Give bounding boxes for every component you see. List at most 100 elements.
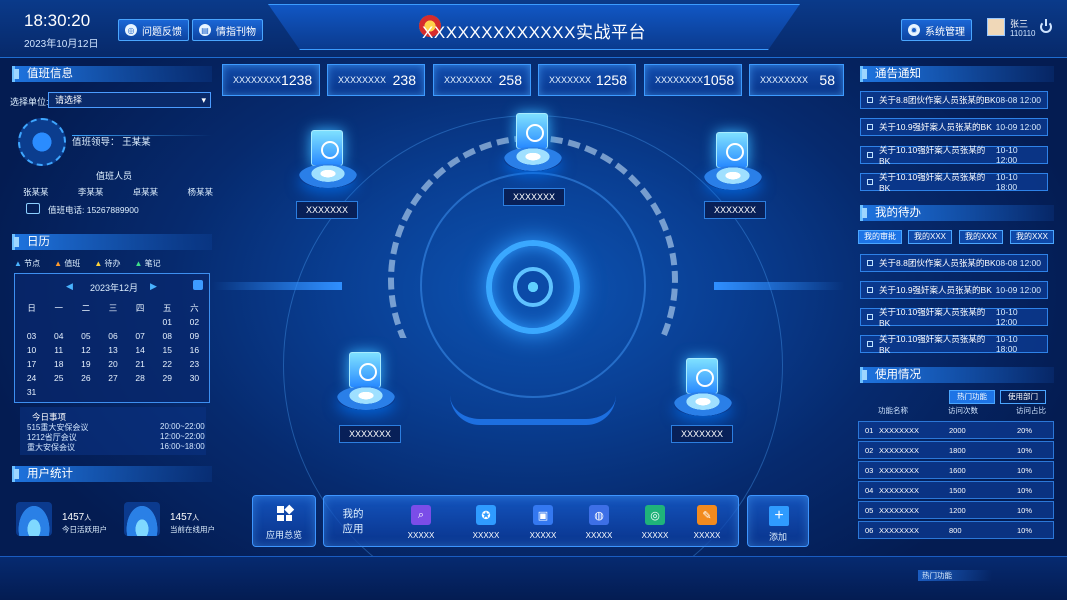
intel-publication-button[interactable]: ▤ 情指刊物 bbox=[192, 19, 263, 41]
system-settings-button[interactable]: ✹ 系统管理 bbox=[901, 19, 972, 41]
tab-my-xxx-2[interactable]: 我的XXX bbox=[959, 230, 1003, 244]
feedback-button[interactable]: ◎ 问题反馈 bbox=[118, 19, 189, 41]
calendar-day bbox=[72, 387, 99, 397]
app-item[interactable]: ✎ XXXXX bbox=[680, 505, 734, 540]
calendar-day bbox=[72, 317, 99, 327]
usage-row[interactable]: 06 XXXXXXXX 800 10% bbox=[858, 521, 1054, 539]
today-events: 今日事项 515重大安保会议 20:00~22:00 1212省厅会议 12:0… bbox=[20, 407, 206, 455]
calendar-day[interactable]: 18 bbox=[45, 359, 72, 369]
calendar-day[interactable]: 28 bbox=[127, 373, 154, 383]
legend-note-label: 笔记 bbox=[144, 259, 161, 268]
calendar-day[interactable]: 24 bbox=[18, 373, 45, 383]
todo-item[interactable]: 关于10.10强奸案人员张某的BK 10-10 18:00 bbox=[860, 334, 1048, 355]
calendar-day[interactable]: 15 bbox=[154, 345, 181, 355]
calendar-day[interactable]: 11 bbox=[45, 345, 72, 355]
calendar-day[interactable]: 10 bbox=[18, 345, 45, 355]
prev-month-icon[interactable]: ◀ bbox=[66, 281, 73, 292]
app-overview-button[interactable]: 应用总览 bbox=[252, 495, 316, 547]
app-item[interactable]: ⌕ XXXXX bbox=[394, 505, 448, 540]
calendar-day[interactable]: 08 bbox=[154, 331, 181, 341]
platform-app-3[interactable] bbox=[704, 132, 762, 200]
usage-row[interactable]: 03 XXXXXXXX 1600 10% bbox=[858, 461, 1054, 479]
calendar-day[interactable]: 02 bbox=[181, 317, 208, 327]
stat-card[interactable]: XXXXXXXX 1058 bbox=[644, 64, 742, 96]
calendar-day[interactable]: 09 bbox=[181, 331, 208, 341]
app-item[interactable]: ◎ XXXXX bbox=[628, 505, 682, 540]
col-visits: 访问次数 bbox=[948, 405, 978, 415]
calendar-day[interactable]: 21 bbox=[127, 359, 154, 369]
calendar-day[interactable]: 19 bbox=[72, 359, 99, 369]
tab-departments[interactable]: 使用部门 bbox=[1000, 390, 1046, 404]
calendar-icon[interactable] bbox=[193, 280, 203, 290]
calendar-day[interactable]: 01 bbox=[154, 317, 181, 327]
add-app-button[interactable]: + 添加 bbox=[747, 495, 809, 547]
calendar-weekday: 四 bbox=[135, 303, 145, 313]
avatar[interactable] bbox=[987, 18, 1005, 36]
todo-date: 10-09 12:00 bbox=[995, 285, 1041, 295]
calendar-day[interactable]: 05 bbox=[72, 331, 99, 341]
app-label: XXXXX bbox=[529, 531, 557, 540]
calendar-day[interactable]: 03 bbox=[18, 331, 45, 341]
calendar-day[interactable]: 06 bbox=[99, 331, 126, 341]
notice-item[interactable]: 关于10.10强奸案人员张某的BK 10-10 18:00 bbox=[860, 172, 1048, 193]
title-bar: XXXXXXXXXXXXX实战平台 bbox=[268, 4, 800, 50]
usage-row[interactable]: 02 XXXXXXXX 1800 10% bbox=[858, 441, 1054, 459]
calendar-day[interactable]: 16 bbox=[181, 345, 208, 355]
stat-card[interactable]: XXXXXXXX 238 bbox=[327, 64, 425, 96]
platform-app-4[interactable] bbox=[337, 352, 395, 420]
app-item[interactable]: ▣ XXXXX bbox=[516, 505, 570, 540]
notice-section-header: 通告通知 bbox=[860, 66, 1054, 82]
calendar-day[interactable]: 07 bbox=[127, 331, 154, 341]
calendar-day[interactable]: 31 bbox=[18, 387, 45, 397]
tab-my-approval[interactable]: 我的审批 bbox=[858, 230, 902, 244]
platform-app-1[interactable] bbox=[299, 130, 357, 198]
stat-card[interactable]: XXXXXXXX 58 bbox=[749, 64, 844, 96]
todo-item[interactable]: 关于8.8团伙作案人员张某的BK 08-08 12:00 bbox=[860, 254, 1048, 272]
calendar-day[interactable]: 30 bbox=[181, 373, 208, 383]
calendar-day[interactable]: 25 bbox=[45, 373, 72, 383]
usage-row[interactable]: 05 XXXXXXXX 1200 10% bbox=[858, 501, 1054, 519]
app-item[interactable]: ◍ XXXXX bbox=[572, 505, 626, 540]
bottom-hot-features[interactable]: 热门功能 bbox=[918, 570, 992, 581]
calendar-day[interactable]: 20 bbox=[99, 359, 126, 369]
unit-select-label: 选择单位: bbox=[10, 97, 49, 107]
power-icon[interactable] bbox=[1040, 19, 1052, 33]
tab-my-xxx-1[interactable]: 我的XXX bbox=[908, 230, 952, 244]
usage-pct: 10% bbox=[1017, 465, 1033, 475]
active-users-label: 今日活跃用户 bbox=[62, 525, 107, 534]
stat-card[interactable]: XXXXXXXX 1238 bbox=[222, 64, 320, 96]
platform-app-2[interactable] bbox=[504, 113, 562, 181]
stat-card[interactable]: XXXXXXX 1258 bbox=[538, 64, 636, 96]
notice-item[interactable]: 关于8.8团伙作案人员张某的BK 08-08 12:00 bbox=[860, 91, 1048, 109]
calendar-day[interactable]: 12 bbox=[72, 345, 99, 355]
calendar-day[interactable]: 29 bbox=[154, 373, 181, 383]
duty-phone: 值班电话: 15267889900 bbox=[48, 205, 139, 215]
platform-app-5[interactable] bbox=[674, 358, 732, 426]
tab-my-xxx-3[interactable]: 我的XXX bbox=[1010, 230, 1054, 244]
tab-hot-features[interactable]: 热门功能 bbox=[949, 390, 995, 404]
system-settings-label: 系统管理 bbox=[925, 26, 965, 38]
calendar-day[interactable]: 27 bbox=[99, 373, 126, 383]
calendar-day[interactable]: 04 bbox=[45, 331, 72, 341]
app-item[interactable]: ✪ XXXXX bbox=[459, 505, 513, 540]
calendar-day[interactable]: 22 bbox=[154, 359, 181, 369]
calendar-day bbox=[45, 317, 72, 327]
usage-row[interactable]: 01 XXXXXXXX 2000 20% bbox=[858, 421, 1054, 439]
calendar-day[interactable]: 14 bbox=[127, 345, 154, 355]
stat-card[interactable]: XXXXXXXX 258 bbox=[433, 64, 531, 96]
usage-row[interactable]: 04 XXXXXXXX 1500 10% bbox=[858, 481, 1054, 499]
usage-count: 2000 bbox=[949, 425, 966, 435]
next-month-icon[interactable]: ▶ bbox=[150, 281, 157, 292]
notice-item[interactable]: 关于10.10强奸案人员张某的BK 10-10 12:00 bbox=[860, 145, 1048, 166]
notice-item[interactable]: 关于10.9强奸案人员张某的BK 10-09 12:00 bbox=[860, 118, 1048, 136]
calendar-day[interactable]: 23 bbox=[181, 359, 208, 369]
todo-item[interactable]: 关于10.9强奸案人员张某的BK 10-09 12:00 bbox=[860, 281, 1048, 299]
id-card-icon bbox=[349, 352, 381, 388]
usage-name: XXXXXXXX bbox=[879, 425, 920, 435]
online-users-unit: 人 bbox=[192, 515, 200, 522]
unit-select[interactable]: 请选择 bbox=[48, 92, 211, 108]
calendar-day[interactable]: 17 bbox=[18, 359, 45, 369]
todo-item[interactable]: 关于10.10强奸案人员张某的BK 10-10 12:00 bbox=[860, 307, 1048, 328]
calendar-day[interactable]: 26 bbox=[72, 373, 99, 383]
calendar-day[interactable]: 13 bbox=[99, 345, 126, 355]
